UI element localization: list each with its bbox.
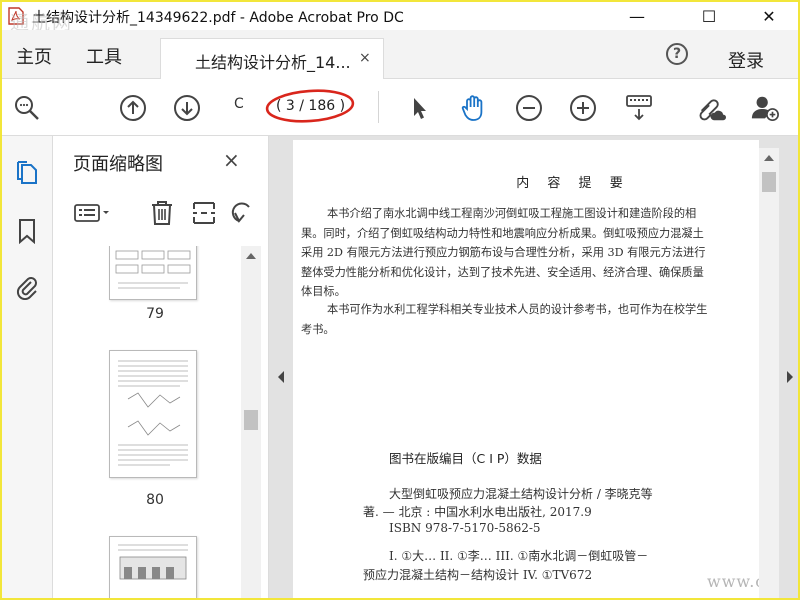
- thumbnail-list: 79 80: [53, 246, 239, 598]
- paragraph-line: 采用 2D 有限元方法进行预应力钢筋布设与合理性分析，采用 3D 有限元方法进行: [301, 246, 706, 260]
- keyboard-scroll-icon[interactable]: [624, 93, 654, 123]
- extract-icon[interactable]: [189, 198, 219, 228]
- menu-bar: 主页 工具 土结构设计分析_14... × ? 登录: [2, 30, 798, 80]
- cip-line: 著. — 北京 : 中国水利水电出版社, 2017.9: [363, 505, 592, 519]
- next-page-icon[interactable]: [172, 93, 202, 123]
- tab-close-button[interactable]: ×: [359, 50, 371, 66]
- page-number-input[interactable]: C: [234, 96, 256, 118]
- acrobat-window: 土结构设计分析_14349622.pdf - Adobe Acrobat Pro…: [2, 2, 798, 598]
- hand-tool-icon[interactable]: [458, 93, 488, 123]
- document-tab[interactable]: 土结构设计分析_14... ×: [160, 38, 384, 80]
- page-heading: 内 容 提 要: [516, 176, 630, 191]
- cip-line: 大型倒虹吸预应力混凝土结构设计分析 / 李晓克等: [389, 487, 653, 501]
- page-thumbnails-icon[interactable]: [14, 160, 40, 186]
- paragraph-line: 考书。: [301, 322, 335, 336]
- document-scrollbar-thumb[interactable]: [762, 172, 776, 192]
- red-annotation-ellipse: [265, 89, 355, 123]
- minimize-button[interactable]: —: [614, 2, 660, 30]
- page-thumbnails-panel: 页面缩略图 × 79 80: [53, 136, 269, 598]
- thumbnail-scrollbar[interactable]: [241, 246, 261, 598]
- page-thumbnail-81[interactable]: [109, 536, 197, 598]
- thumbnail-label: 80: [146, 492, 164, 508]
- menu-home[interactable]: 主页: [16, 43, 52, 69]
- panel-title: 页面缩略图: [73, 154, 163, 175]
- left-navigation-rail: [2, 136, 53, 598]
- cip-line: ISBN 978-7-5170-5862-5: [389, 521, 541, 535]
- page-thumbnail-80[interactable]: [109, 350, 197, 478]
- prev-page-icon[interactable]: [118, 93, 148, 123]
- cip-title: 图书在版编目（C I P）数据: [389, 451, 542, 466]
- window-title: 土结构设计分析_14349622.pdf - Adobe Acrobat Pro…: [32, 10, 404, 26]
- thumbnail-scrollbar-thumb[interactable]: [244, 410, 258, 430]
- paragraph-line: 整体受力性能分析和优化设计，达到了技术先进、安全适用、经济合理、确保质量: [301, 265, 704, 279]
- toolbar: C ( 3 / 186 ): [2, 79, 798, 136]
- delete-icon[interactable]: [147, 198, 177, 228]
- share-link-icon[interactable]: [696, 93, 726, 123]
- bookmark-icon[interactable]: [14, 218, 40, 244]
- pdf-page: 内 容 提 要 本书介绍了南水北调中线工程南沙河倒虹吸工程施工图设计和建造阶段的…: [293, 140, 759, 598]
- select-cursor-icon[interactable]: [404, 93, 434, 123]
- login-button[interactable]: 登录: [728, 47, 764, 73]
- zoom-in-icon[interactable]: [568, 93, 598, 123]
- document-view: 内 容 提 要 本书介绍了南水北调中线工程南沙河倒虹吸工程施工图设计和建造阶段的…: [269, 136, 798, 598]
- doc-scroll-up-arrow-icon[interactable]: [764, 154, 774, 162]
- title-bar: 土结构设计分析_14349622.pdf - Adobe Acrobat Pro…: [2, 2, 798, 34]
- page-thumbnail-78[interactable]: [109, 246, 197, 300]
- paragraph-line: 果。同时，介绍了倒虹吸结构动力特性和地震响应分析成果。倒虹吸预应力混凝土: [301, 226, 704, 240]
- undo-icon[interactable]: [229, 198, 257, 228]
- site-watermark-bottom: www.cndao.com: [707, 572, 759, 591]
- cip-line: 预应力混凝土结构－结构设计 IV. ①TV672: [363, 568, 593, 582]
- panel-close-button[interactable]: ×: [223, 148, 240, 172]
- document-scrollbar[interactable]: [759, 148, 779, 598]
- toolbar-separator: [378, 91, 379, 123]
- close-window-button[interactable]: ✕: [746, 2, 792, 30]
- add-user-icon[interactable]: [750, 93, 780, 123]
- paragraph-line: 本书可作为水利工程学科相关专业技术人员的设计参考书，也可作为在校学生: [327, 303, 708, 316]
- acrobat-app-icon: [8, 7, 24, 25]
- collapse-left-arrow-icon[interactable]: [277, 371, 285, 383]
- document-tab-label: 土结构设计分析_14...: [195, 53, 351, 72]
- cip-line: I. ①大… II. ①李… III. ①南水北调－倒虹吸管－: [389, 549, 649, 563]
- scroll-up-arrow-icon[interactable]: [246, 252, 256, 260]
- zoom-out-icon[interactable]: [514, 93, 544, 123]
- expand-right-arrow-icon[interactable]: [786, 371, 794, 383]
- thumbnail-toolbar: [53, 186, 268, 242]
- thumbnail-label: 79: [146, 306, 164, 322]
- options-menu-icon[interactable]: [73, 198, 113, 228]
- menu-tools[interactable]: 工具: [86, 43, 122, 69]
- paragraph-line: 本书介绍了南水北调中线工程南沙河倒虹吸工程施工图设计和建造阶段的相: [327, 207, 697, 220]
- help-button[interactable]: ?: [666, 43, 688, 65]
- attachment-icon[interactable]: [14, 274, 40, 300]
- maximize-button[interactable]: ☐: [686, 2, 732, 30]
- search-icon[interactable]: [12, 93, 42, 123]
